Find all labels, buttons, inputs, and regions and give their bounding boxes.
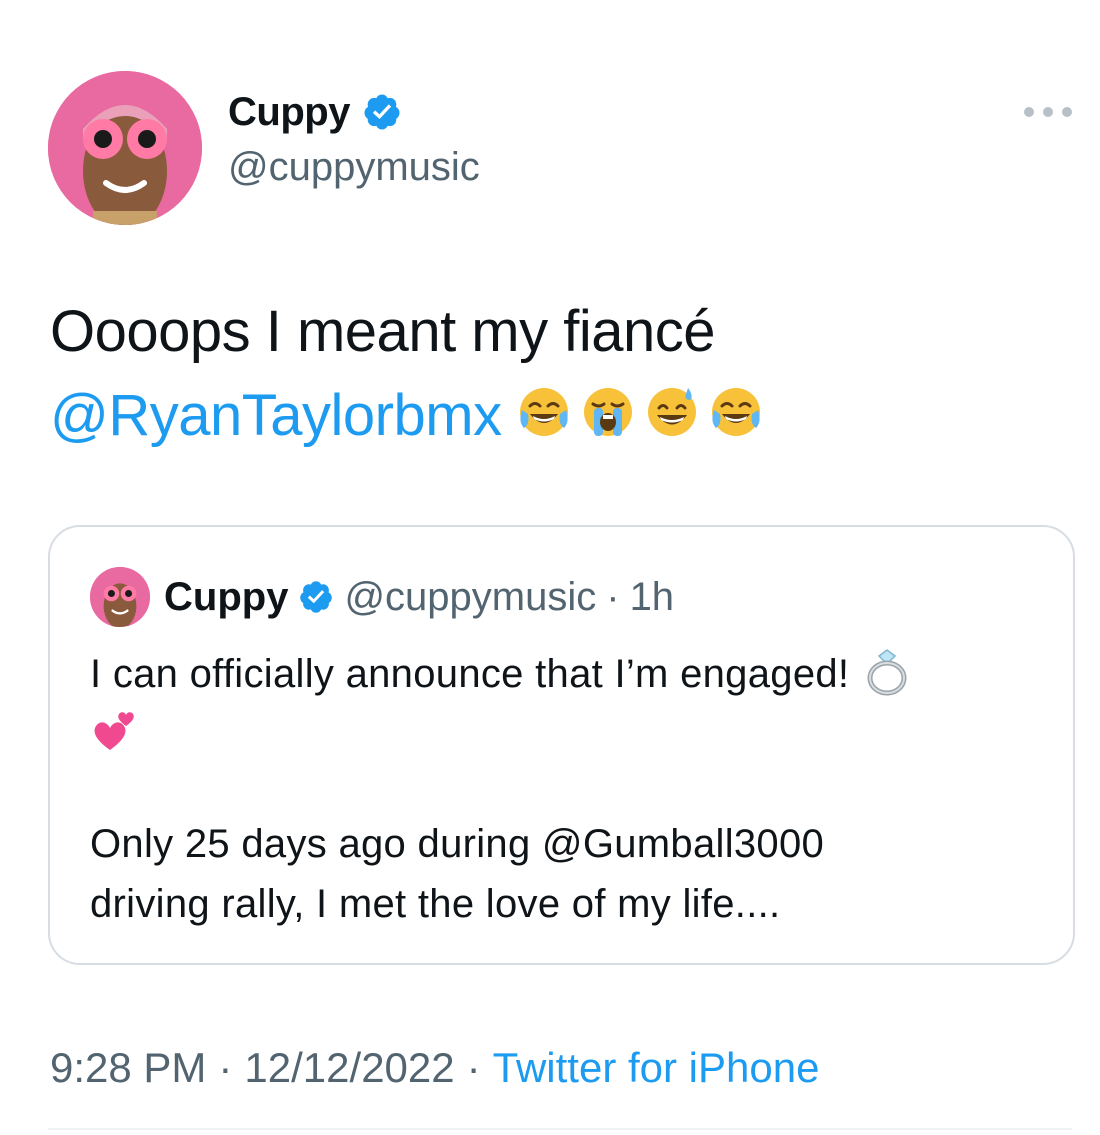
quoted-text-line: I can officially announce that I’m engag… [90,644,1050,704]
mention-link[interactable]: @RyanTaylorbmx [50,383,502,448]
quoted-tweet-header: Cuppy @cuppymusic · 1h [90,567,674,627]
more-dot [1024,107,1034,117]
more-horizontal-icon[interactable] [1024,100,1072,124]
quoted-text-line [90,706,1050,754]
tweet-source-link[interactable]: Twitter for iPhone [493,1040,820,1096]
quoted-author-name[interactable]: Cuppy [164,569,288,625]
tweet-text: Oooops I meant my fiancé @RyanTaylorbmx [50,290,1050,458]
quoted-tweet-card[interactable]: Cuppy @cuppymusic · 1h I can officially … [48,525,1075,965]
verified-badge-icon [364,94,400,130]
grinning-face-with-sweat-icon [647,387,696,436]
author-handle[interactable]: @cuppymusic [228,143,480,191]
tweet-text-line-2: @RyanTaylorbmx [50,374,1050,458]
emoji-row [516,384,764,440]
quoted-author-avatar[interactable] [90,567,150,627]
tweet-time[interactable]: 9:28 PM [50,1040,206,1096]
quoted-tweet-text: I can officially announce that I’m engag… [90,644,1050,934]
quoted-tweet-time[interactable]: 1h [630,569,675,625]
more-dot [1043,107,1053,117]
separator-dot: · [218,1044,233,1091]
divider [48,1128,1072,1130]
ring-icon [867,649,907,696]
quoted-author-handle[interactable]: @cuppymusic [344,569,596,625]
face-with-tears-of-joy-icon [519,387,568,436]
quoted-text-line: driving rally, I met the love of my life… [90,882,781,926]
author-name-row[interactable]: Cuppy [228,88,402,136]
author-avatar[interactable] [48,71,202,225]
more-dot [1062,107,1072,117]
tweet-date[interactable]: 12/12/2022 [244,1040,454,1096]
verified-badge-icon [300,581,333,613]
loudly-crying-face-icon [583,387,632,436]
separator-dot: · [466,1044,481,1091]
face-with-tears-of-joy-icon [711,387,760,436]
author-display-name[interactable]: Cuppy [228,88,350,136]
quoted-text-line-1: I can officially announce that I’m engag… [90,652,850,696]
two-hearts-icon [94,712,134,750]
tweet: Cuppy @cuppymusic Oooops I meant my fian… [0,0,1100,1135]
quoted-text-line: Only 25 days ago during @Gumball3000 [90,822,825,866]
separator-dot: · [606,575,620,619]
tweet-text-line: Oooops I meant my fiancé [50,299,716,364]
tweet-meta: 9:28 PM · 12/12/2022 · Twitter for iPhon… [50,1040,819,1096]
